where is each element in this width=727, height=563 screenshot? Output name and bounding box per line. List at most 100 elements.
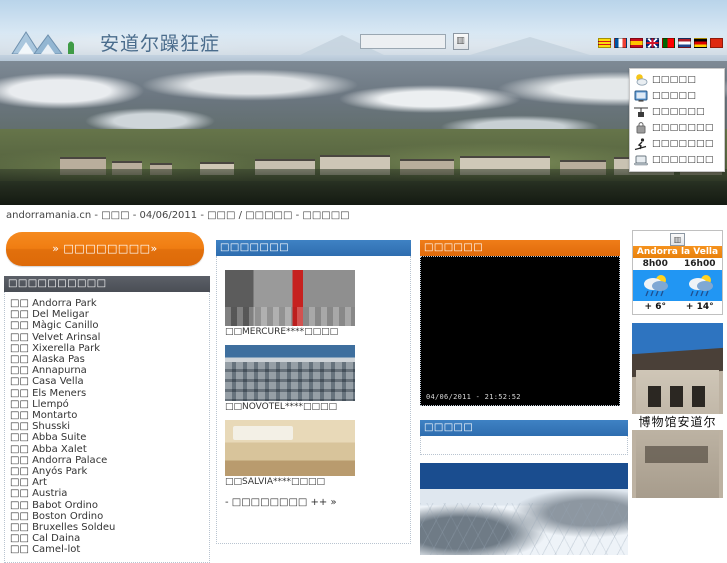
list-item[interactable]: □□ Casa Vella: [9, 376, 205, 387]
left-column: » □□□□□□□□» □□□□□□□□□□ □□ Andorra Park □…: [4, 228, 210, 563]
dutch-flag-icon[interactable]: [678, 38, 691, 48]
nav-label: □□□□□□□: [652, 139, 714, 149]
french-flag-icon[interactable]: [614, 38, 627, 48]
laptop-icon: [634, 153, 648, 167]
sun-cloud-rain-icon: [633, 273, 678, 299]
list-item[interactable]: □□ Boston Ordino: [9, 511, 205, 522]
top-nav-menu: □□□□□ □□□□□ □□□□□□ □□□□□□□ □□□□□□□ □□□□□…: [629, 68, 725, 172]
search-form: ▥: [360, 33, 469, 50]
right-column: ▥ Andorra la Vella 8h00 16h00 + 6° + 14°…: [632, 230, 725, 498]
search-icon[interactable]: ▥: [452, 33, 469, 50]
chinese-flag-icon[interactable]: [710, 38, 723, 48]
left-panel-title: □□□□□□□□□□: [4, 276, 210, 292]
hero-banner-photo: □□□□□ □□□□□ □□□□□□ □□□□□□□ □□□□□□□ □□□□□…: [0, 55, 727, 205]
list-item[interactable]: □□ Montarto: [9, 410, 205, 421]
hotel-caption[interactable]: □□NOVOTEL****□□□□: [225, 402, 406, 412]
expand-icon[interactable]: ▥: [670, 233, 685, 246]
sun-cloud-rain-icon: [678, 273, 723, 299]
weather-temp: + 14°: [685, 302, 714, 312]
weather-hour: 16h00: [684, 259, 716, 269]
list-item[interactable]: □□ Andorra Park: [9, 298, 205, 309]
shopping-bag-icon: [634, 121, 648, 135]
list-item[interactable]: □□ Bruxelles Soldeu: [9, 522, 205, 533]
nav-item-webcam-pc[interactable]: □□□□□□□: [632, 152, 722, 168]
content-columns: » □□□□□□□□» □□□□□□□□□□ □□ Andorra Park □…: [0, 228, 727, 563]
list-item[interactable]: □□ Abba Xalet: [9, 444, 205, 455]
uk-flag-icon[interactable]: [646, 38, 659, 48]
list-item[interactable]: □□ Shusski: [9, 421, 205, 432]
museum-window: [644, 445, 709, 463]
catalan-flag-icon[interactable]: [598, 38, 611, 48]
list-item[interactable]: □□ Cal Daina: [9, 533, 205, 544]
webcam-monitor-icon: [634, 89, 648, 103]
webcam-column: □□□□□□ 04/06/2011 - 21:52:52 □□□□□: [420, 230, 628, 555]
spanish-flag-icon[interactable]: [630, 38, 643, 48]
ski-panel-body: [420, 436, 628, 455]
nav-item-shopping[interactable]: □□□□□□□: [632, 120, 722, 136]
webcam-timestamp: 04/06/2011 - 21:52:52: [426, 393, 521, 401]
skier-icon: [634, 137, 648, 151]
chairlift-icon: [634, 105, 648, 119]
nav-item-webcams[interactable]: □□□□□: [632, 88, 722, 104]
german-flag-icon[interactable]: [694, 38, 707, 48]
portuguese-flag-icon[interactable]: [662, 38, 675, 48]
nav-label: □□□□□□□: [652, 123, 714, 133]
ski-slope-photo[interactable]: [420, 463, 628, 555]
nav-label: □□□□□: [652, 91, 697, 101]
mid-panel-title: □□□□□□□: [216, 240, 411, 256]
breadcrumb: andorramania.cn - □□□ - 04/06/2011 - □□□…: [0, 206, 727, 226]
more-hotels-link[interactable]: - □□□□□□□□ ++ »: [225, 497, 406, 508]
nav-item-ski[interactable]: □□□□□□□: [632, 136, 722, 152]
nav-item-weather[interactable]: □□□□□: [632, 72, 722, 88]
weather-temps: + 6° + 14°: [633, 301, 722, 314]
museum-window: [648, 386, 662, 407]
list-item[interactable]: □□ Els Meners: [9, 388, 205, 399]
page-root: 安道尔躁狂症 ▥ □□□□□ □□□□□ □□□□□□ □□□□□□□ □□□□…: [0, 0, 727, 563]
middle-column: □□□□□□□ □□MERCURE****□□□□ □□NOVOTEL****□…: [216, 230, 411, 544]
list-item[interactable]: □□ Màgic Canillo: [9, 320, 205, 331]
list-item[interactable]: □□ Llempó: [9, 399, 205, 410]
museum-caption: 博物馆安道尔: [632, 414, 723, 430]
banner-foreground-hill: [0, 169, 727, 205]
weather-hour: 8h00: [642, 259, 668, 269]
hotel-salvia-photo[interactable]: [225, 420, 355, 476]
nav-label: □□□□□□: [652, 107, 705, 117]
weather-icons: [633, 270, 722, 301]
list-item[interactable]: □□ Anyós Park: [9, 466, 205, 477]
search-input[interactable]: [360, 34, 446, 49]
mid-panel-body: □□MERCURE****□□□□ □□NOVOTEL****□□□□ □□SA…: [216, 256, 411, 544]
list-item[interactable]: □□ Babot Ordino: [9, 500, 205, 511]
page-title: 安道尔躁狂症: [100, 33, 221, 55]
hotel-caption[interactable]: □□SALVIA****□□□□: [225, 477, 406, 487]
list-item[interactable]: □□ Austria: [9, 488, 205, 499]
language-switcher: [598, 38, 723, 48]
webcam-night-view[interactable]: 04/06/2011 - 21:52:52: [420, 256, 620, 406]
promo-button[interactable]: » □□□□□□□□»: [6, 232, 204, 266]
nav-label: □□□□□: [652, 75, 697, 85]
museum-building-photo[interactable]: 博物馆安道尔: [632, 323, 723, 498]
list-item[interactable]: □□ Annapurna: [9, 365, 205, 376]
list-item[interactable]: □□ Abba Suite: [9, 432, 205, 443]
museum-window: [670, 386, 683, 407]
hotel-mercure-photo[interactable]: [225, 270, 355, 326]
left-panel-body: □□ Andorra Park □□ Del Meligar □□ Màgic …: [4, 292, 210, 563]
nav-item-lifts[interactable]: □□□□□□: [632, 104, 722, 120]
hotel-novotel-photo[interactable]: [225, 345, 355, 401]
mountain-logo-icon[interactable]: [8, 28, 90, 54]
list-item[interactable]: □□ Velvet Arinsal: [9, 332, 205, 343]
hotel-caption[interactable]: □□MERCURE****□□□□: [225, 327, 406, 337]
weather-temp: + 6°: [644, 302, 666, 312]
list-item[interactable]: □□ Del Meligar: [9, 309, 205, 320]
ski-panel-title: □□□□□: [420, 420, 628, 436]
list-item[interactable]: □□ Xixerella Park: [9, 343, 205, 354]
weather-city: Andorra la Vella: [633, 246, 722, 258]
list-item[interactable]: □□ Art: [9, 477, 205, 488]
weather-sun-cloud-icon: [634, 73, 648, 87]
site-header: 安道尔躁狂症 ▥: [0, 0, 727, 55]
list-item[interactable]: □□ Andorra Palace: [9, 455, 205, 466]
weather-expand-row: ▥: [633, 231, 722, 246]
list-item[interactable]: □□ Alaska Pas: [9, 354, 205, 365]
nav-label: □□□□□□□: [652, 155, 714, 165]
cam-panel-title: □□□□□□: [420, 240, 620, 256]
list-item[interactable]: □□ Camel-lot: [9, 544, 205, 555]
